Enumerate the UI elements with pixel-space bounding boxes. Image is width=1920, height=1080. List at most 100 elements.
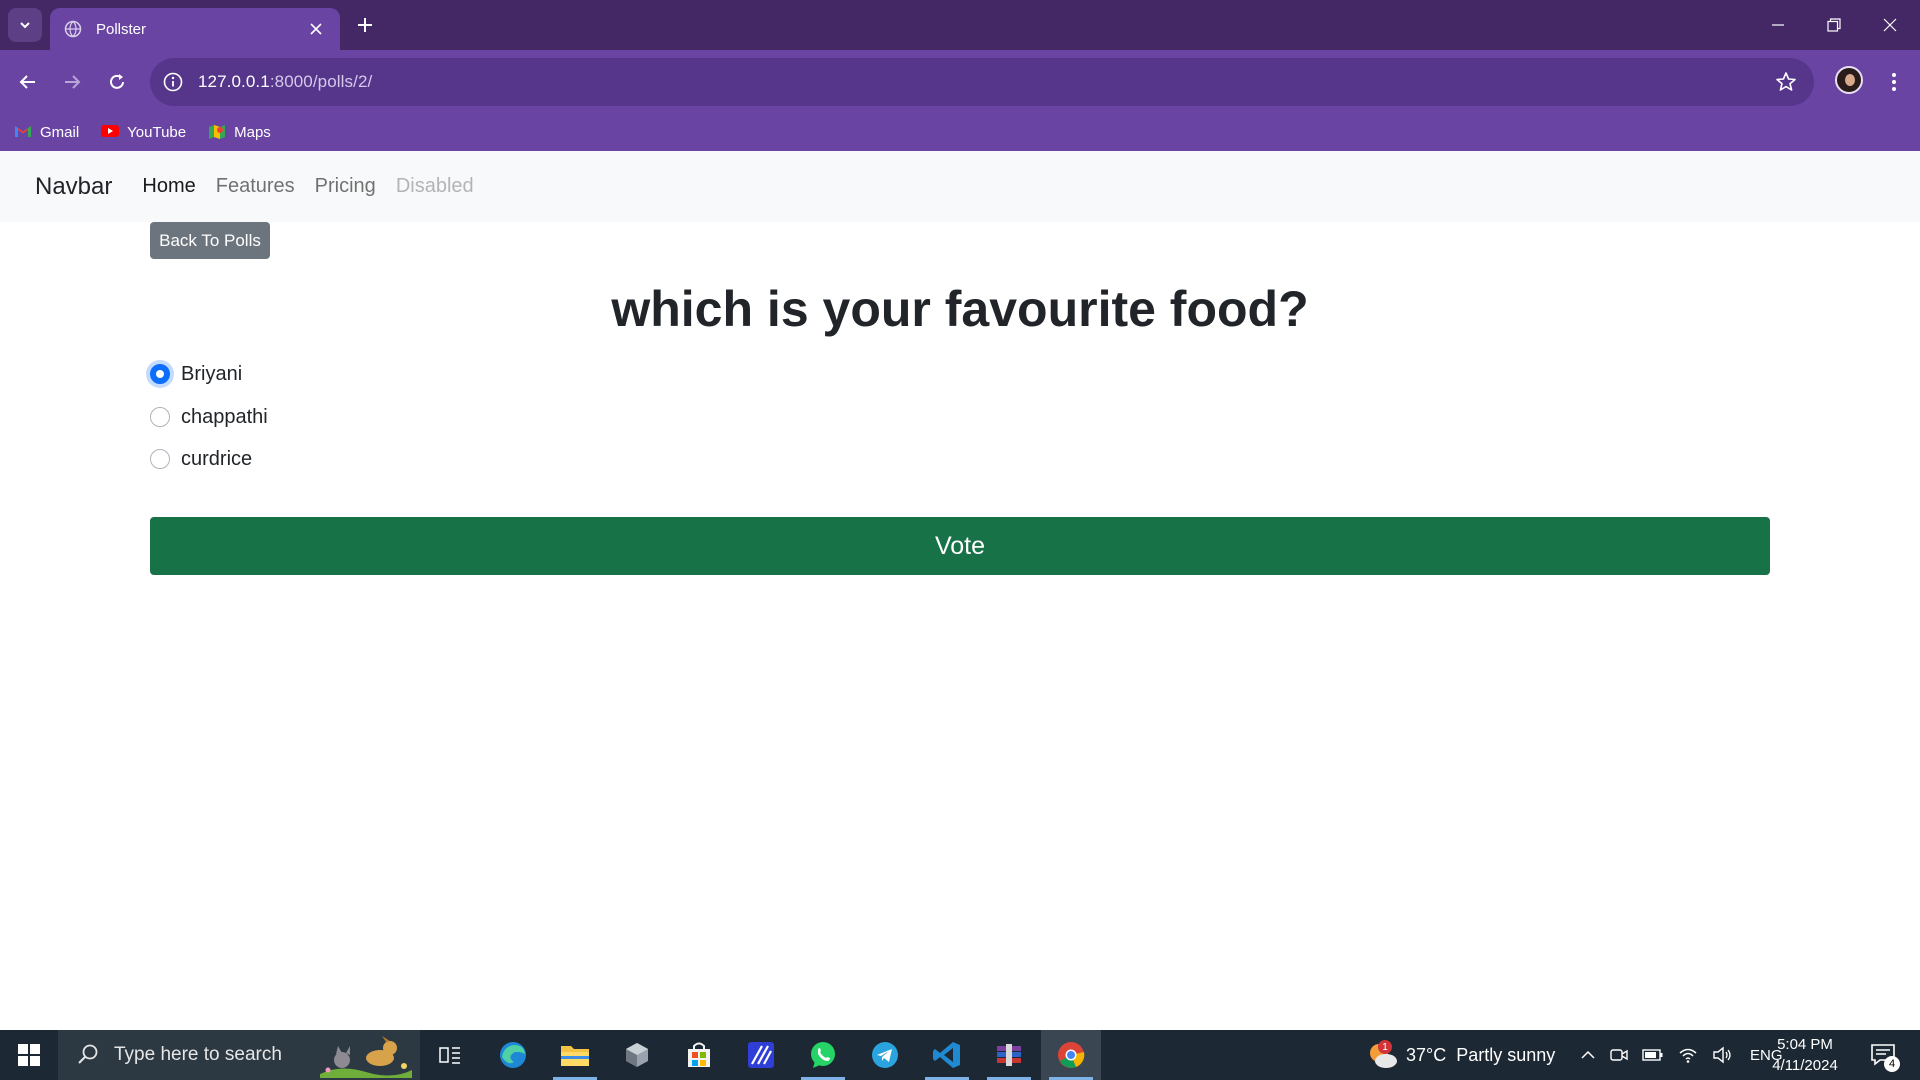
whatsapp-icon (811, 1042, 835, 1068)
bookmark-star-icon[interactable] (1774, 70, 1798, 94)
arrow-right-icon (65, 75, 81, 89)
restore-icon (1827, 18, 1841, 32)
site-info-icon[interactable] (162, 71, 184, 93)
weather-widget[interactable]: 1 37°C Partly sunny (1366, 1030, 1555, 1080)
volume-icon[interactable] (1712, 1046, 1732, 1064)
unity-icon (626, 1043, 648, 1067)
youtube-icon (101, 124, 120, 140)
url-host: 127.0.0.1 (198, 72, 270, 91)
maps-icon (208, 124, 226, 140)
folder-icon (561, 1046, 589, 1066)
minimize-button[interactable] (1750, 0, 1806, 50)
microsoft-store-app[interactable] (669, 1030, 729, 1080)
search-placeholder: Type here to search (114, 1044, 282, 1065)
windows-logo-icon (18, 1044, 40, 1066)
bookmark-gmail[interactable]: Gmail (14, 124, 79, 141)
tab-title: Pollster (96, 20, 147, 38)
restore-button[interactable] (1806, 0, 1862, 50)
chevron-down-icon (20, 22, 30, 29)
unity-hub-app[interactable] (607, 1030, 667, 1080)
globe-icon (64, 20, 82, 38)
taskbar-clock[interactable]: 5:04 PM 4/11/2024 (1760, 1034, 1850, 1076)
clock-time: 5:04 PM (1777, 1036, 1833, 1053)
choice-radio[interactable] (150, 364, 170, 384)
bookmark-maps[interactable]: Maps (208, 124, 271, 141)
vote-button[interactable]: Vote (150, 517, 1770, 575)
forward-nav-button[interactable] (54, 64, 90, 100)
gmail-icon (14, 124, 32, 140)
choice-label: chappathi (181, 405, 268, 428)
task-view-icon (439, 1047, 460, 1064)
clock-date: 4/11/2024 (1772, 1057, 1838, 1074)
chrome-app[interactable] (1041, 1030, 1101, 1080)
plus-icon (358, 18, 372, 32)
meet-now-icon[interactable] (1610, 1046, 1628, 1064)
bookmark-youtube[interactable]: YouTube (101, 124, 186, 141)
choice-label: Briyani (181, 362, 243, 385)
tab-search-button[interactable] (8, 8, 42, 42)
address-bar[interactable]: 127.0.0.1:8000/polls/2/ (150, 58, 1814, 106)
choice-option[interactable]: chappathi (150, 402, 268, 432)
store-icon (688, 1042, 710, 1067)
bookmarks-bar: Gmail YouTube Maps (14, 118, 271, 146)
stylized-a-app-icon (748, 1042, 774, 1068)
wifi-icon[interactable] (1678, 1047, 1698, 1063)
reload-button[interactable] (99, 64, 135, 100)
browser-toolbar: 127.0.0.1:8000/polls/2/ Gmail YouTube Ma… (0, 50, 1920, 158)
notification-center-button[interactable]: 4 (1866, 1038, 1900, 1072)
app-launcher-app[interactable] (731, 1030, 791, 1080)
weather-alert-badge: 1 (1378, 1040, 1392, 1054)
edge-app[interactable] (483, 1030, 543, 1080)
choice-label: curdrice (181, 447, 253, 470)
weather-sun-cloud-icon: 1 (1366, 1038, 1400, 1072)
minimize-icon (1772, 24, 1784, 26)
winrar-app[interactable] (979, 1030, 1039, 1080)
browser-titlebar: Pollster (0, 0, 1920, 50)
close-window-button[interactable] (1862, 0, 1918, 50)
search-highlight-art-icon (320, 1036, 412, 1078)
telegram-app[interactable] (855, 1030, 915, 1080)
nav-link-disabled: Disabled (395, 175, 474, 197)
taskbar-search[interactable]: Type here to search (58, 1030, 420, 1080)
back-nav-button[interactable] (10, 64, 46, 100)
url-path: :8000/polls/2/ (269, 72, 373, 91)
start-button[interactable] (0, 1030, 58, 1080)
notification-count-badge: 4 (1884, 1056, 1900, 1072)
choice-option[interactable]: Briyani (150, 359, 242, 389)
nav-link-home[interactable]: Home (142, 175, 195, 198)
bookmark-label: Maps (234, 123, 271, 141)
navbar-brand[interactable]: Navbar (35, 173, 112, 201)
battery-icon[interactable] (1642, 1048, 1664, 1062)
chevron-up-icon[interactable] (1580, 1047, 1596, 1063)
system-tray: ENG (1580, 1030, 1783, 1080)
url-text: 127.0.0.1:8000/polls/2/ (198, 72, 372, 92)
taskbar: Type here to search 1 37°C Partly sunny … (0, 1030, 1920, 1080)
bookmark-label: Gmail (40, 123, 80, 141)
profile-avatar[interactable] (1835, 66, 1863, 94)
close-tab-icon[interactable] (306, 19, 326, 39)
browser-tab[interactable]: Pollster (50, 8, 340, 50)
search-icon (76, 1043, 100, 1067)
whatsapp-app[interactable] (793, 1030, 853, 1080)
nav-link-pricing[interactable]: Pricing (315, 175, 376, 198)
choice-radio[interactable] (150, 407, 170, 427)
kebab-menu-icon (1892, 73, 1896, 91)
edge-browser-icon (500, 1042, 526, 1068)
vscode-icon (933, 1042, 960, 1068)
reload-icon (110, 74, 124, 89)
choice-option[interactable]: curdrice (150, 444, 252, 474)
archive-books-icon (997, 1044, 1021, 1066)
back-to-polls-button[interactable]: Back To Polls (150, 222, 270, 259)
telegram-icon (872, 1042, 898, 1068)
nav-link-features[interactable]: Features (216, 175, 295, 198)
vscode-app[interactable] (917, 1030, 977, 1080)
close-icon (1883, 18, 1897, 32)
chrome-icon (1058, 1042, 1085, 1068)
file-explorer-app[interactable] (545, 1030, 605, 1080)
choice-radio[interactable] (150, 449, 170, 469)
task-view-button[interactable] (420, 1030, 480, 1080)
arrow-left-icon (19, 75, 35, 89)
site-navbar: Navbar Home Features Pricing Disabled (0, 151, 1920, 222)
browser-menu-button[interactable] (1880, 64, 1908, 100)
new-tab-button[interactable] (352, 12, 378, 38)
